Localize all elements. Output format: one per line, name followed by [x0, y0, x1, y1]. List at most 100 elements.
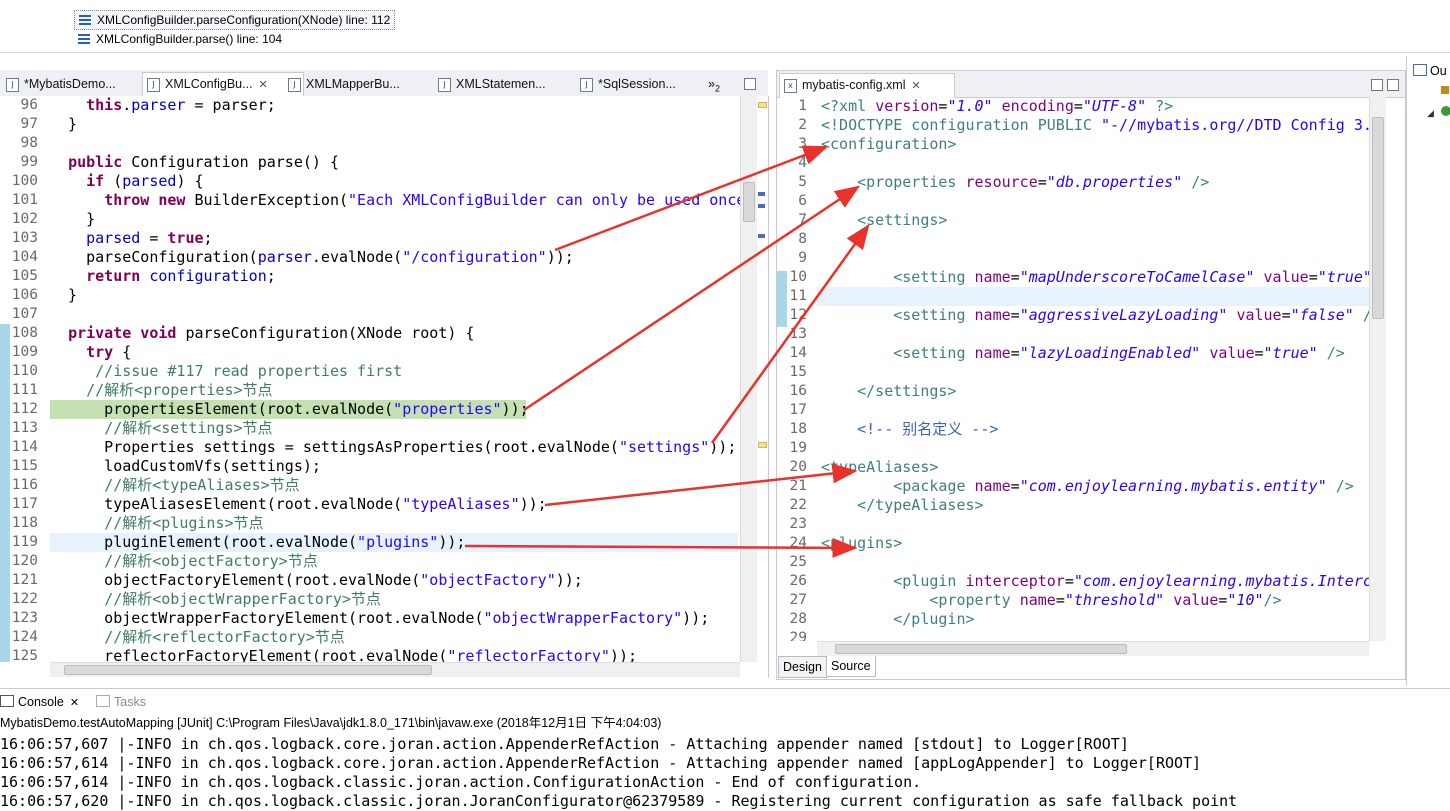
- minimize-icon[interactable]: [1371, 79, 1383, 91]
- line-number: 103: [11, 230, 38, 246]
- debug-stack-panel: XMLConfigBuilder.parseConfiguration(XNod…: [0, 0, 1450, 53]
- code-line: </settings>: [857, 382, 957, 400]
- outline-tab[interactable]: Ou: [1413, 64, 1447, 78]
- occurrence-marker[interactable]: [758, 234, 765, 238]
- line-number: 1: [798, 98, 807, 114]
- java-horizontal-scrollbar[interactable]: [50, 662, 740, 677]
- line-number: 119: [11, 534, 38, 550]
- occurrence-marker[interactable]: [758, 192, 765, 196]
- code-line: reflectorFactoryElement(root.evalNode("r…: [50, 647, 638, 662]
- code-line: parsed = true;: [86, 229, 213, 247]
- line-number: 105: [11, 268, 38, 284]
- line-number: 98: [20, 135, 38, 151]
- code-line: <properties resource="db.properties" />: [857, 173, 1210, 191]
- tab-source[interactable]: Source: [826, 656, 876, 677]
- overview-ruler: [757, 96, 768, 662]
- line-number: 118: [11, 515, 38, 531]
- stack-frame-icon: [79, 15, 91, 25]
- line-number: 97: [20, 116, 38, 132]
- xml-code-area[interactable]: 1 <?xml version="1.0" encoding="UTF-8" ?>…: [777, 97, 1369, 641]
- package-icon: [1441, 86, 1449, 94]
- editor-tab-bar: J *MybatisDemo... J XMLConfigBu... ✕ J XMLMa…: [0, 70, 768, 97]
- xml-vertical-scrollbar[interactable]: [1369, 97, 1386, 641]
- code-line: <setting name="lazyLoadingEnabled" value…: [893, 344, 1345, 362]
- line-number: 23: [789, 516, 807, 532]
- line-number: 27: [789, 592, 807, 608]
- code-line: }: [50, 210, 96, 228]
- java-code-area[interactable]: 96 this.parser = parser; 97 } 98 99 public …: [0, 96, 740, 662]
- close-tab-icon[interactable]: ✕: [70, 697, 79, 709]
- code-line: if (parsed) {: [86, 172, 204, 190]
- close-tab-icon[interactable]: ✕: [259, 79, 268, 91]
- occurrence-marker[interactable]: [758, 204, 765, 208]
- code-line: <package name="com.enjoylearning.mybatis…: [893, 477, 1354, 495]
- stack-frame-label: XMLConfigBuilder.parse() line: 104: [96, 32, 283, 46]
- code-line: <plugin interceptor="com.enjoylearning.m…: [893, 572, 1369, 590]
- tab-console[interactable]: Console ✕: [0, 693, 79, 711]
- tab-xml-config-builder[interactable]: J XMLConfigBu... ✕: [142, 72, 304, 97]
- maximize-icon[interactable]: [1387, 79, 1399, 91]
- tab-design[interactable]: Design: [778, 656, 827, 678]
- current-line-highlight: [817, 287, 1369, 306]
- line-number: 14: [789, 345, 807, 361]
- line-number: 16: [789, 383, 807, 399]
- line-number: 100: [11, 173, 38, 189]
- code-line: <?xml version="1.0" encoding="UTF-8" ?>: [821, 97, 1174, 115]
- code-line: }: [50, 115, 78, 133]
- line-number: 29: [789, 630, 807, 641]
- tab-xml-mapper-builder[interactable]: J XMLMapperBu...: [284, 73, 452, 95]
- tab-xml-statement[interactable]: J XMLStatemen...: [434, 73, 596, 95]
- class-icon: [1441, 106, 1450, 116]
- tab-tasks[interactable]: Tasks: [96, 693, 146, 711]
- code-line: typeAliasesElement(root.evalNode("typeAl…: [50, 495, 547, 513]
- minimize-icon[interactable]: [744, 78, 756, 90]
- line-number: 106: [11, 287, 38, 303]
- code-line: parseConfiguration(parser.evalNode("/con…: [50, 248, 574, 266]
- code-line: </plugin>: [893, 610, 975, 628]
- line-number: 2: [798, 117, 807, 133]
- java-vertical-scrollbar[interactable]: [740, 96, 757, 662]
- stack-frame-parse[interactable]: XMLConfigBuilder.parse() line: 104: [74, 30, 286, 48]
- stack-frame-parse-configuration[interactable]: XMLConfigBuilder.parseConfiguration(XNod…: [74, 10, 396, 30]
- code-line: <!-- 别名定义 -->: [857, 420, 999, 438]
- warning-marker[interactable]: [758, 102, 767, 108]
- code-line: objectFactoryElement(root.evalNode("obje…: [50, 571, 583, 589]
- tab-mybatis-config-xml[interactable]: x mybatis-config.xml ✕: [779, 73, 955, 98]
- tab-mybatis-demo[interactable]: J *MybatisDemo...: [2, 73, 160, 95]
- line-number: 109: [11, 344, 38, 360]
- java-editor[interactable]: 96 this.parser = parser; 97 } 98 99 public …: [0, 96, 769, 678]
- tab-overflow-button[interactable]: »2: [700, 73, 738, 95]
- overflow-count: 2: [714, 83, 720, 94]
- code-line: //解析<settings>节点: [104, 419, 273, 437]
- outline-icon: [1413, 64, 1427, 76]
- line-number: 102: [11, 211, 38, 227]
- xml-horizontal-scrollbar[interactable]: [817, 641, 1369, 656]
- code-line: public Configuration parse() {: [68, 153, 339, 171]
- scroll-thumb[interactable]: [743, 182, 755, 222]
- line-number: 24: [789, 535, 807, 551]
- line-number: 22: [789, 497, 807, 513]
- code-line: //解析<objectWrapperFactory>节点: [104, 590, 381, 608]
- stack-frame-label: XMLConfigBuilder.parseConfiguration(XNod…: [97, 13, 391, 27]
- line-number: 108: [11, 325, 38, 341]
- close-tab-icon[interactable]: ✕: [912, 80, 921, 92]
- code-line: return configuration;: [86, 267, 276, 285]
- outline-pane: Ou ◢: [1406, 56, 1450, 686]
- line-number: 99: [20, 154, 38, 170]
- code-line: <!DOCTYPE configuration PUBLIC "-//mybat…: [821, 116, 1369, 134]
- line-number: 101: [11, 192, 38, 208]
- scroll-thumb[interactable]: [1372, 117, 1384, 319]
- scroll-thumb[interactable]: [64, 665, 432, 675]
- code-line: try {: [86, 343, 132, 361]
- line-number: 8: [798, 231, 807, 247]
- line-number: 10: [789, 269, 807, 285]
- line-number: 113: [11, 420, 38, 436]
- tree-expand-icon[interactable]: ◢: [1427, 108, 1434, 119]
- java-file-icon: J: [580, 78, 593, 92]
- warning-marker[interactable]: [758, 442, 767, 448]
- console-line: 16:06:57,614 |-INFO in ch.qos.logback.cl…: [0, 773, 922, 791]
- code-line: private void parseConfiguration(XNode ro…: [68, 324, 475, 342]
- scroll-thumb[interactable]: [835, 644, 1127, 654]
- chevron-double-right-icon: »: [708, 77, 715, 91]
- line-number: 122: [11, 591, 38, 607]
